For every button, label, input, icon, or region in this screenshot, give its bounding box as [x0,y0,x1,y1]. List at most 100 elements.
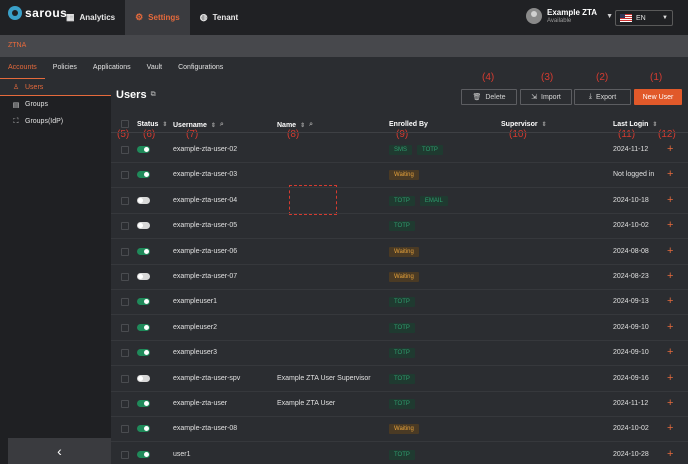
add-icon[interactable]: + [667,448,673,460]
row-checkbox[interactable] [121,425,129,434]
table-row[interactable]: example-zta-user-02 SMS TOTP 2024-11-12 + [111,138,688,163]
add-icon[interactable]: + [667,219,673,231]
sidebar-item-groups-idp[interactable]: ⛶ Groups(IdP) [0,113,111,130]
status-toggle[interactable] [137,400,150,407]
username-cell[interactable]: example-zta-user [173,400,227,407]
search-icon[interactable]: ⌕ [220,121,224,129]
column-supervisor[interactable]: Supervisor ⇕ [501,121,547,128]
add-icon[interactable]: + [667,245,673,257]
row-checkbox[interactable] [121,374,129,383]
sidebar: ♙ Users ▤ Groups ⛶ Groups(IdP) ‹ [0,79,111,464]
row-checkbox[interactable] [121,273,129,281]
status-toggle[interactable] [137,146,150,153]
table-row[interactable]: exampleuser3 TOTP 2024-09-10 + [111,341,688,367]
status-toggle[interactable] [137,247,150,255]
enrollment-badge: TOTP [389,399,415,409]
search-icon[interactable]: ⌕ [309,121,313,129]
tab-accounts[interactable]: Accounts [0,57,45,79]
export-button[interactable]: ⤓ Export [574,89,631,105]
table-row[interactable]: example-zta-user Example ZTA User TOTP 2024… [111,392,688,417]
language-select[interactable]: EN ▼ [615,10,673,26]
column-name[interactable]: Name ⇕ ⌕ [277,121,313,129]
row-checkbox[interactable] [121,298,129,307]
row-checkbox[interactable] [121,222,129,231]
add-icon[interactable]: + [667,194,673,206]
status-toggle[interactable] [137,374,150,382]
add-icon[interactable]: + [667,346,673,358]
username-cell[interactable]: example-zta-user-06 [173,248,237,255]
status-toggle[interactable] [137,425,150,433]
import-button[interactable]: ⇲ Import [520,89,572,105]
table-row[interactable]: exampleuser2 TOTP 2024-09-10 + [111,316,688,341]
row-checkbox[interactable] [121,323,129,332]
column-username[interactable]: Username ⇕ ⌕ [173,121,224,129]
username-cell[interactable]: example-zta-user-08 [173,425,237,432]
collapse-sidebar-button[interactable]: ‹ [8,438,111,464]
username-cell[interactable]: exampleuser3 [173,349,217,356]
tab-applications[interactable]: Applications [85,57,139,79]
sidebar-item-users[interactable]: ♙ Users [0,79,111,96]
nav-analytics[interactable]: ▦ Analytics [56,0,125,35]
row-checkbox[interactable] [121,400,129,408]
status-toggle[interactable] [137,171,150,179]
add-icon[interactable]: + [667,321,673,333]
add-icon[interactable]: + [667,372,673,384]
enrollment-badge: Waiting [389,246,419,257]
row-checkbox[interactable] [121,196,129,205]
row-checkbox[interactable] [121,247,129,256]
nav-settings[interactable]: ⚙ Settings [125,0,190,35]
row-checkbox[interactable] [121,450,129,459]
delete-button[interactable]: 🗑 Delete [461,89,517,105]
table-row[interactable]: example-zta-user-07 Waiting 2024-08-23 + [111,265,688,290]
add-icon[interactable]: + [667,270,673,282]
row-checkbox[interactable] [121,349,129,358]
username-cell[interactable]: exampleuser1 [173,298,217,305]
tab-vault[interactable]: Vault [139,57,170,79]
table-row[interactable]: exampleuser1 TOTP 2024-09-13 + [111,290,688,316]
sidebar-item-groups[interactable]: ▤ Groups [0,96,111,113]
username-cell[interactable]: example-zta-user-07 [173,273,237,280]
table-row[interactable]: example-zta-user-03 Waiting Not logged in + [111,163,688,189]
new-user-button[interactable]: New User [634,89,682,105]
username-cell[interactable]: example-zta-user-spv [173,375,240,382]
table-row[interactable]: example-zta-user-05 TOTP 2024-10-02 + [111,214,688,240]
username-cell[interactable]: example-zta-user-04 [173,197,237,204]
add-icon[interactable]: + [667,397,673,409]
enrollment-badge: TOTP [389,373,415,384]
status-toggle[interactable] [137,273,150,280]
add-icon[interactable]: + [667,168,673,180]
tab-policies[interactable]: Policies [45,57,85,79]
row-checkbox[interactable] [121,171,129,180]
add-icon[interactable]: + [667,422,673,434]
tab-bar: Accounts Policies Applications Vault Con… [0,57,688,79]
status-toggle[interactable] [137,349,150,357]
status-toggle[interactable] [137,450,150,458]
row-checkbox[interactable] [121,146,129,154]
status-toggle[interactable] [137,298,150,306]
export-icon[interactable]: ⧉ [151,91,156,99]
column-status[interactable]: Status ⇕ [137,121,167,128]
status-toggle[interactable] [137,222,150,230]
status-toggle[interactable] [137,323,150,331]
status-toggle[interactable] [137,196,150,204]
table-row[interactable]: user1 TOTP 2024-10-28 + [111,443,688,464]
nav-tenant[interactable]: ◍ Tenant [190,0,249,35]
enrolled-by-cell: Waiting [389,246,419,257]
table-row[interactable]: example-zta-user-06 Waiting 2024-08-08 + [111,240,688,265]
add-icon[interactable]: + [667,295,673,307]
table-row[interactable]: example-zta-user-spv Example ZTA User Sup… [111,367,688,392]
enrolled-by-cell: SMS TOTP [389,145,443,155]
username-cell[interactable]: user1 [173,451,191,458]
username-cell[interactable]: exampleuser2 [173,324,217,331]
username-cell[interactable]: example-zta-user-03 [173,171,237,178]
sort-icon: ⇕ [162,122,168,128]
username-cell[interactable]: example-zta-user-05 [173,222,237,229]
user-menu[interactable]: Example ZTA Available ▼ [526,8,613,24]
username-cell[interactable]: example-zta-user-02 [173,146,237,153]
add-icon[interactable]: + [667,143,673,155]
select-all-checkbox[interactable] [121,120,129,128]
tab-configurations[interactable]: Configurations [170,57,231,79]
table-row[interactable]: example-zta-user-04 TOTP EMAIL 2024-10-18 + [111,189,688,214]
table-row[interactable]: example-zta-user-08 Waiting 2024-10-02 + [111,417,688,443]
column-last-login[interactable]: Last Login ⇕ [613,121,657,128]
